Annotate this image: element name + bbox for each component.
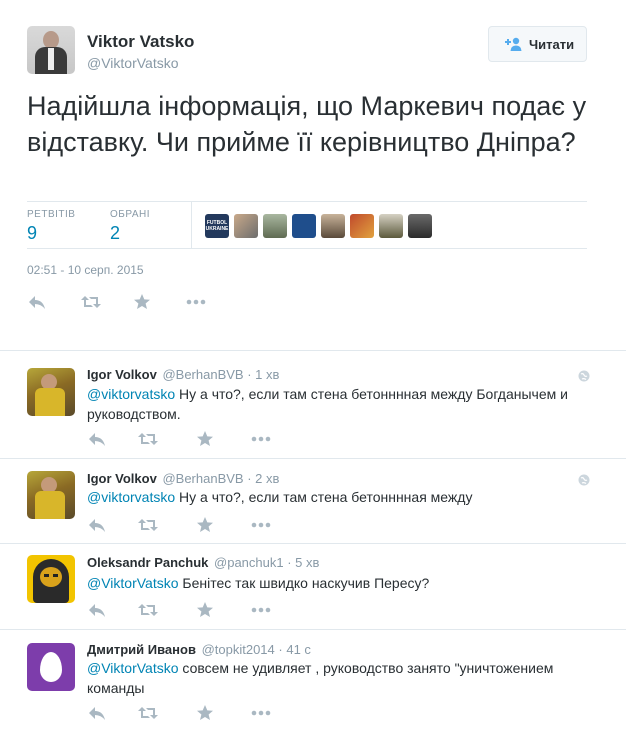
retweets-count[interactable]: 9 <box>27 223 75 244</box>
reply-mention[interactable]: @viktorvatsko <box>87 489 175 505</box>
tweet-stats: РЕТВІТІВ 9 ОБРАНІ 2 FUTBOL UKRAINE <box>27 201 587 249</box>
favorites-label: ОБРАНІ <box>110 209 151 220</box>
author-avatar[interactable] <box>27 26 75 74</box>
favorite-icon[interactable] <box>196 430 218 448</box>
reply-mention[interactable]: @ViktorVatsko <box>87 660 179 676</box>
favorite-icon[interactable] <box>196 601 218 619</box>
more-icon[interactable] <box>250 516 272 534</box>
favoriter-avatar[interactable]: FUTBOL UKRAINE <box>205 214 229 238</box>
reply-icon[interactable] <box>27 293 49 311</box>
favorites-stat[interactable]: ОБРАНІ 2 <box>110 209 150 244</box>
retweet-icon[interactable] <box>137 516 159 534</box>
reply-author-handle[interactable]: @BerhanBVB <box>162 471 243 486</box>
reply-avatar[interactable] <box>27 368 75 416</box>
reply-mention[interactable]: @viktorvatsko <box>87 386 175 402</box>
main-tweet: Viktor Vatsko @ViktorVatsko Читати Надій… <box>0 0 626 340</box>
reply-author-handle[interactable]: @topkit2014 <box>202 642 275 657</box>
reply-header: Дмитрий Иванов @topkit2014 · 41 с <box>87 642 311 657</box>
favoriter-avatar[interactable] <box>292 214 316 238</box>
globe-icon <box>578 369 590 382</box>
reply-mention[interactable]: @ViktorVatsko <box>87 575 179 591</box>
favoriter-avatar[interactable] <box>234 214 258 238</box>
tweet-text: Надійшла інформація, що Маркевич подає у… <box>27 91 587 157</box>
reply-text: @viktorvatsko Ну а что?, если там стена … <box>87 384 587 424</box>
globe-icon <box>578 473 590 486</box>
reply-body: Ну а что?, если там стена бетонннная меж… <box>175 489 473 505</box>
reply-author-name[interactable]: Igor Volkov <box>87 367 157 382</box>
reply-text: @viktorvatsko Ну а что?, если там стена … <box>87 487 587 507</box>
favoriter-avatar[interactable] <box>408 214 432 238</box>
tweet-timestamp[interactable]: 02:51 - 10 серп. 2015 <box>27 263 144 277</box>
reply-avatar[interactable] <box>27 643 75 691</box>
favorite-icon[interactable] <box>133 293 155 311</box>
follow-button[interactable]: Читати <box>488 26 587 62</box>
retweet-icon[interactable] <box>137 601 159 619</box>
reply-actions <box>87 704 287 724</box>
favoriter-avatar[interactable] <box>263 214 287 238</box>
retweets-stat[interactable]: РЕТВІТІВ 9 <box>27 209 75 244</box>
favoriter-avatar[interactable] <box>350 214 374 238</box>
reply-icon[interactable] <box>87 430 109 448</box>
egg-avatar-icon <box>40 652 62 682</box>
reply-tweet[interactable]: Igor Volkov @BerhanBVB · 1 хв @viktorvat… <box>0 350 626 459</box>
reply-actions <box>87 430 287 450</box>
stats-divider <box>191 202 192 248</box>
reply-time[interactable]: · 41 с <box>278 642 311 657</box>
favoriter-avatar[interactable] <box>379 214 403 238</box>
reply-actions <box>87 601 287 621</box>
reply-author-handle[interactable]: @BerhanBVB <box>162 367 243 382</box>
reply-avatar[interactable] <box>27 555 75 603</box>
reply-author-name[interactable]: Igor Volkov <box>87 471 157 486</box>
reply-author-handle[interactable]: @panchuk1 <box>214 555 284 570</box>
reply-header: Igor Volkov @BerhanBVB · 2 хв <box>87 471 279 486</box>
more-icon[interactable] <box>185 293 207 311</box>
favorite-icon[interactable] <box>196 704 218 722</box>
author-name[interactable]: Viktor Vatsko <box>87 32 194 52</box>
reply-tweet[interactable]: Igor Volkov @BerhanBVB · 2 хв @viktorvat… <box>0 458 626 544</box>
tweet-actions <box>27 293 227 313</box>
more-icon[interactable] <box>250 704 272 722</box>
reply-time[interactable]: · 5 хв <box>287 555 319 570</box>
reply-actions <box>87 516 287 536</box>
reply-header: Oleksandr Panchuk @panchuk1 · 5 хв <box>87 555 319 570</box>
reply-tweet[interactable]: Дмитрий Иванов @topkit2014 · 41 с @Vikto… <box>0 629 626 730</box>
favoriter-avatar[interactable] <box>321 214 345 238</box>
more-icon[interactable] <box>250 601 272 619</box>
more-icon[interactable] <box>250 430 272 448</box>
favorite-icon[interactable] <box>196 516 218 534</box>
reply-icon[interactable] <box>87 516 109 534</box>
follow-person-icon <box>503 37 523 54</box>
author-handle[interactable]: @ViktorVatsko <box>87 55 179 71</box>
reply-header: Igor Volkov @BerhanBVB · 1 хв <box>87 367 279 382</box>
retweet-icon[interactable] <box>137 430 159 448</box>
reply-time[interactable]: · 1 хв <box>247 367 279 382</box>
reply-avatar[interactable] <box>27 471 75 519</box>
retweets-label: РЕТВІТІВ <box>27 209 76 220</box>
reply-author-name[interactable]: Дмитрий Иванов <box>87 642 196 657</box>
favorites-count[interactable]: 2 <box>110 223 150 244</box>
reply-icon[interactable] <box>87 601 109 619</box>
follow-button-label: Читати <box>529 37 575 52</box>
reply-author-name[interactable]: Oleksandr Panchuk <box>87 555 208 570</box>
reply-text: @ViktorVatsko совсем не удивляет , руков… <box>87 658 587 698</box>
reply-icon[interactable] <box>87 704 109 722</box>
retweet-icon[interactable] <box>80 293 102 311</box>
reply-text: @ViktorVatsko Бенітес так швидко наскучи… <box>87 573 587 593</box>
reply-tweet[interactable]: Oleksandr Panchuk @panchuk1 · 5 хв @Vikt… <box>0 543 626 630</box>
reply-time[interactable]: · 2 хв <box>247 471 279 486</box>
reply-body: Бенітес так швидко наскучив Пересу? <box>178 575 430 591</box>
retweet-icon[interactable] <box>137 704 159 722</box>
favoriter-avatar-text: FUTBOL UKRAINE <box>205 220 229 232</box>
